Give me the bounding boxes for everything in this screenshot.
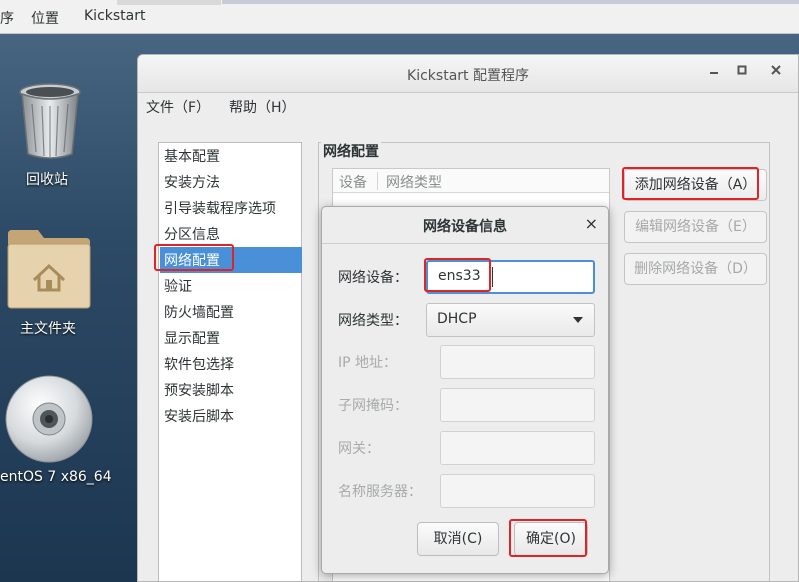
sidebar-item-post-script[interactable]: 安装后脚本 <box>164 406 234 426</box>
minimize-button[interactable] <box>704 63 724 83</box>
menubar: 文件（F） 帮助（H） <box>138 93 798 121</box>
sidebar-item-network[interactable]: 网络配置 <box>164 250 220 270</box>
name-server-input[interactable] <box>440 474 595 508</box>
top-panel: 序 位置 Kickstart <box>0 0 799 34</box>
close-icon <box>771 65 781 75</box>
desktop-icon-label: entOS 7 x86_64 <box>0 469 112 485</box>
device-input[interactable]: ens33 <box>426 260 595 294</box>
chevron-down-icon <box>573 317 583 323</box>
network-config-legend: 网络配置 <box>321 141 381 161</box>
applications-menu[interactable]: 序 <box>0 8 14 28</box>
sidebar-item-pre-script[interactable]: 预安装脚本 <box>164 380 234 400</box>
subnet-mask-input[interactable] <box>440 388 595 422</box>
table-header: 设备 网络类型 <box>333 169 609 193</box>
sidebar-item-display[interactable]: 显示配置 <box>164 328 220 348</box>
name-server-label: 名称服务器： <box>338 484 422 500</box>
network-type-label: 网络类型： <box>338 313 408 329</box>
menu-help[interactable]: 帮助（H） <box>229 97 296 117</box>
top-panel-shade <box>117 0 221 5</box>
text-caret <box>492 267 493 287</box>
close-window-button[interactable] <box>766 63 786 83</box>
gateway-label: 网关： <box>338 441 380 457</box>
sidebar-item-partition[interactable]: 分区信息 <box>164 224 220 244</box>
maximize-button[interactable] <box>732 63 752 83</box>
column-separator <box>377 172 378 190</box>
sidebar-item-basic[interactable]: 基本配置 <box>164 146 220 166</box>
sidebar-item-install[interactable]: 安装方法 <box>164 172 220 192</box>
menu-file[interactable]: 文件（F） <box>146 97 210 117</box>
sidebar-item-packages[interactable]: 软件包选择 <box>164 354 234 374</box>
network-type-select[interactable]: DHCP <box>426 303 595 337</box>
column-header-network-type[interactable]: 网络类型 <box>386 172 442 192</box>
add-network-device-button[interactable]: 添加网络设备（A） <box>624 169 767 201</box>
edit-network-device-button[interactable]: 编辑网络设备（E） <box>624 211 767 243</box>
column-header-device[interactable]: 设备 <box>339 172 367 192</box>
window-title: Kickstart 配置程序 <box>407 68 529 84</box>
config-category-list: 基本配置 安装方法 引导装载程序选项 分区信息 网络配置 验证 防火墙配置 显示… <box>158 142 302 581</box>
ok-button[interactable]: 确定(O) <box>514 522 588 556</box>
places-menu[interactable]: 位置 <box>31 8 59 28</box>
ip-address-input[interactable] <box>440 345 595 379</box>
delete-network-device-button[interactable]: 删除网络设备（D） <box>624 253 767 285</box>
network-device-dialog: 网络设备信息 × 网络设备： ens33 网络类型： DHCP IP 地址： 子… <box>321 206 609 574</box>
window-titlebar[interactable]: Kickstart 配置程序 <box>138 55 798 93</box>
sidebar-item-firewall[interactable]: 防火墙配置 <box>164 302 234 322</box>
close-icon: × <box>584 214 598 233</box>
desktop-icon-label: 回收站 <box>26 172 68 188</box>
sidebar-item-auth[interactable]: 验证 <box>164 276 192 296</box>
home-folder-icon <box>7 230 91 309</box>
ip-address-label: IP 地址： <box>338 355 398 371</box>
trash-icon <box>19 83 81 159</box>
maximize-icon <box>737 65 747 75</box>
dialog-divider <box>322 243 608 244</box>
sidebar-item-bootloader[interactable]: 引导装载程序选项 <box>164 198 276 218</box>
subnet-mask-label: 子网掩码： <box>338 398 408 414</box>
cd-disc-icon <box>5 375 93 463</box>
dialog-close-button[interactable]: × <box>585 214 598 233</box>
minimize-icon <box>710 72 718 74</box>
desktop-icon-label: 主文件夹 <box>20 321 76 337</box>
network-type-value: DHCP <box>437 311 477 327</box>
dialog-title: 网络设备信息 <box>423 219 507 235</box>
device-input-value: ens33 <box>438 268 481 284</box>
cancel-button[interactable]: 取消(C) <box>417 522 499 556</box>
app-menu-kickstart[interactable]: Kickstart <box>84 8 145 24</box>
top-panel-shade <box>222 0 799 4</box>
gateway-input[interactable] <box>440 431 595 465</box>
device-label: 网络设备： <box>338 270 408 286</box>
